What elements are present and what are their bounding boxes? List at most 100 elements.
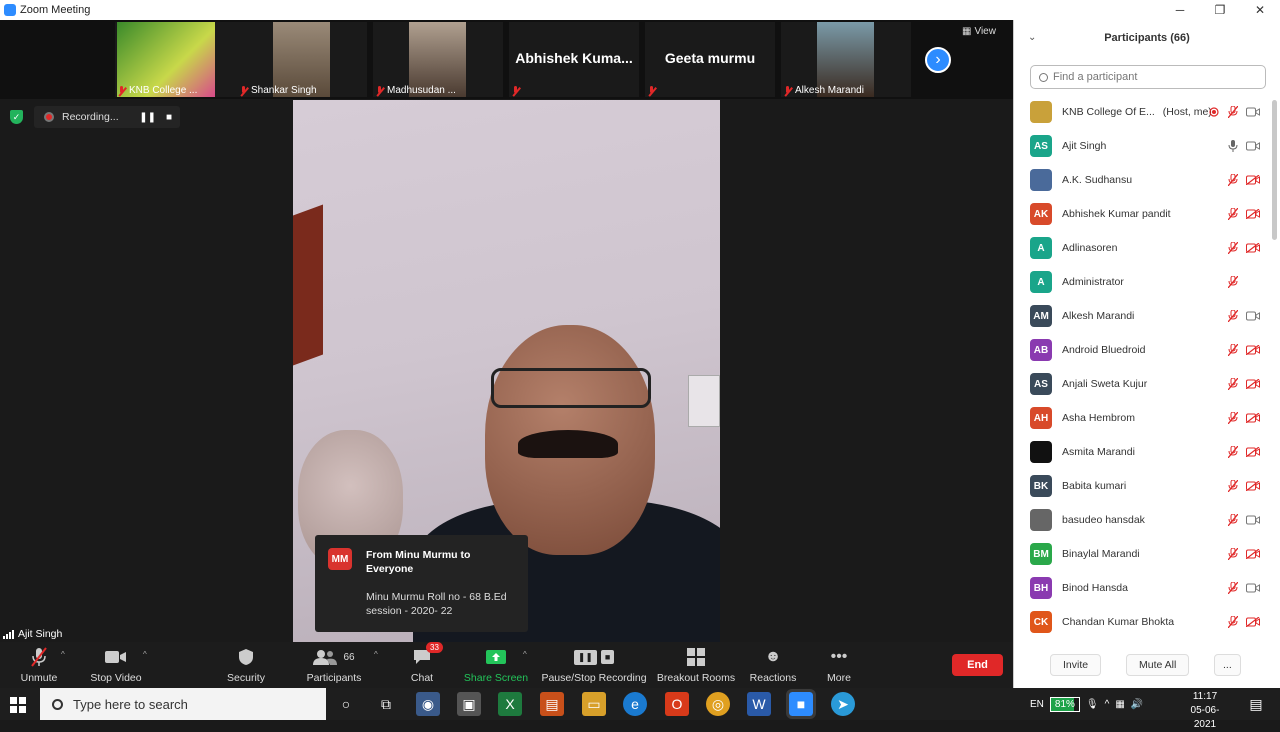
mic-muted-icon[interactable] (1228, 514, 1238, 526)
cortana-icon[interactable]: ○ (334, 692, 358, 716)
mic-muted-icon[interactable] (1228, 412, 1238, 424)
taskbar-clock[interactable]: 11:17 05-06-2021 (1180, 690, 1230, 732)
audio-options-caret-icon[interactable]: ^ (61, 650, 65, 659)
stop-video-button[interactable]: Stop Video (90, 646, 142, 686)
invite-button[interactable]: Invite (1050, 654, 1102, 676)
mic-on-icon[interactable] (1228, 140, 1238, 152)
panel-scrollbar[interactable] (1272, 100, 1277, 240)
taskbar-search-input[interactable]: Type here to search (40, 688, 326, 720)
thumbnail-tile[interactable]: Abhishek Kuma... (509, 22, 639, 97)
battery-indicator[interactable]: 81% (1049, 696, 1080, 712)
participant-row[interactable]: BH Binod Hansda (1014, 571, 1272, 605)
mic-muted-icon[interactable] (1228, 106, 1238, 118)
language-indicator[interactable]: EN (1030, 699, 1044, 710)
participant-row[interactable]: AH Asha Hembrom (1014, 401, 1272, 435)
pause-stop-recording-button[interactable]: ❚❚ ■ Pause/Stop Recording (541, 646, 647, 686)
camera-off-icon[interactable] (1246, 549, 1260, 559)
camera-on-icon[interactable] (1246, 583, 1260, 593)
more-button[interactable]: ••• More (824, 646, 854, 686)
mic-muted-icon[interactable] (1228, 208, 1238, 220)
close-button[interactable]: ✕ (1240, 0, 1280, 20)
camera-on-icon[interactable] (1246, 311, 1260, 321)
next-page-arrow-icon[interactable]: › (925, 47, 951, 73)
tray-chevron-icon[interactable]: ^ (1105, 699, 1110, 710)
participant-row[interactable]: AS Ajit Singh (1014, 129, 1272, 163)
mic-muted-icon[interactable] (1228, 344, 1238, 356)
view-button[interactable]: ▦ View (962, 26, 996, 37)
mute-all-button[interactable]: Mute All (1126, 654, 1190, 676)
mic-muted-icon[interactable] (1228, 582, 1238, 594)
minimize-button[interactable]: ─ (1160, 0, 1200, 20)
camera-off-icon[interactable] (1246, 379, 1260, 389)
participant-row[interactable]: BM Binaylal Marandi (1014, 537, 1272, 571)
participant-row[interactable]: Asmita Marandi (1014, 435, 1272, 469)
store-icon[interactable]: ▣ (457, 692, 481, 716)
participants-options-caret-icon[interactable]: ^ (374, 650, 378, 659)
notifications-icon[interactable]: ▤ (1244, 692, 1268, 716)
microphone-tray-icon[interactable]: 🎙 (1086, 699, 1099, 710)
participant-row[interactable]: basudeo hansdak (1014, 503, 1272, 537)
presentation-app-icon[interactable]: ▤ (540, 692, 564, 716)
breakout-rooms-button[interactable]: Breakout Rooms (656, 646, 736, 686)
chrome-icon[interactable]: ◎ (706, 692, 730, 716)
participant-row[interactable]: A Administrator (1014, 265, 1272, 299)
participants-button[interactable]: 66 Participants (306, 646, 362, 686)
camera-on-icon[interactable] (1246, 141, 1260, 151)
participant-row[interactable]: AB Android Bluedroid (1014, 333, 1272, 367)
camera-off-icon[interactable] (1246, 175, 1260, 185)
camera-off-icon[interactable] (1246, 617, 1260, 627)
chat-notification[interactable]: MM From Minu Murmu to Everyone Minu Murm… (315, 535, 528, 632)
network-icon[interactable]: ▦ (1115, 699, 1124, 710)
edge-browser-icon[interactable]: e (623, 692, 647, 716)
thumbnail-tile[interactable]: Madhusudan ... (373, 22, 503, 97)
camera-off-icon[interactable] (1246, 481, 1260, 491)
thumbnail-tile[interactable]: Alkesh Marandi (781, 22, 911, 97)
mic-muted-icon[interactable] (1228, 310, 1238, 322)
mic-muted-icon[interactable] (1228, 276, 1238, 288)
volume-icon[interactable]: 🔊 (1131, 699, 1143, 710)
thumbnail-tile[interactable]: Geeta murmu (645, 22, 775, 97)
windows-start-icon[interactable] (10, 697, 26, 713)
panel-more-button[interactable]: ... (1214, 654, 1241, 676)
participant-row[interactable]: AS Anjali Sweta Kujur (1014, 367, 1272, 401)
zoom-taskbar-icon[interactable]: ■ (786, 689, 816, 719)
mic-muted-icon[interactable] (1228, 378, 1238, 390)
word-icon[interactable]: W (747, 692, 771, 716)
mic-muted-icon[interactable] (1228, 616, 1238, 628)
camera-off-icon[interactable] (1246, 209, 1260, 219)
camera-on-icon[interactable] (1246, 107, 1260, 117)
pause-recording-icon[interactable]: ❚❚ (139, 112, 156, 123)
unmute-button[interactable]: Unmute (18, 646, 60, 686)
camera-off-icon[interactable] (1246, 413, 1260, 423)
mic-muted-icon[interactable] (1228, 446, 1238, 458)
end-meeting-button[interactable]: End (952, 654, 1003, 676)
video-options-caret-icon[interactable]: ^ (143, 650, 147, 659)
participant-row[interactable]: BK Babita kumari (1014, 469, 1272, 503)
telegram-icon[interactable]: ➤ (831, 692, 855, 716)
encryption-shield-icon[interactable]: ✓ (10, 110, 23, 124)
participant-row[interactable]: AM Alkesh Marandi (1014, 299, 1272, 333)
chat-button[interactable]: 33 Chat (404, 642, 443, 686)
participant-row[interactable]: A.K. Sudhansu (1014, 163, 1272, 197)
mic-muted-icon[interactable] (1228, 548, 1238, 560)
thumbnail-tile[interactable]: Shankar Singh (237, 22, 367, 97)
app-icon[interactable]: ◉ (416, 692, 440, 716)
task-view-icon[interactable]: ⧉ (374, 692, 398, 716)
maximize-button[interactable]: ❐ (1200, 0, 1240, 20)
camera-off-icon[interactable] (1246, 345, 1260, 355)
share-screen-button[interactable]: Share Screen (464, 646, 528, 686)
stop-recording-icon[interactable]: ■ (166, 112, 172, 123)
participant-row[interactable]: A Adlinasoren (1014, 231, 1272, 265)
participant-row[interactable]: KNB College Of E... (Host, me) (1014, 95, 1272, 129)
excel-icon[interactable]: X (498, 692, 522, 716)
camera-off-icon[interactable] (1246, 243, 1260, 253)
security-button[interactable]: Security (226, 646, 266, 686)
mic-muted-icon[interactable] (1228, 242, 1238, 254)
mic-muted-icon[interactable] (1228, 480, 1238, 492)
reactions-button[interactable]: ☻ Reactions (750, 646, 797, 686)
participant-row[interactable]: AK Abhishek Kumar pandit (1014, 197, 1272, 231)
participant-search-input[interactable]: Find a participant (1030, 65, 1266, 89)
camera-off-icon[interactable] (1246, 447, 1260, 457)
share-options-caret-icon[interactable]: ^ (523, 650, 527, 659)
participant-row[interactable]: CK Chandan Kumar Bhokta (1014, 605, 1272, 635)
